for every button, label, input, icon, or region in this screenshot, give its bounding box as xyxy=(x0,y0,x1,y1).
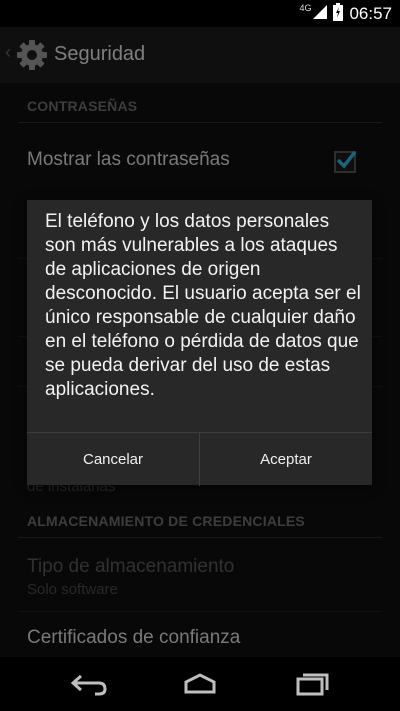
status-bar: 4G 06:57 xyxy=(0,0,400,27)
home-icon[interactable] xyxy=(170,667,230,701)
status-icons: 4G 06:57 xyxy=(299,2,392,26)
screen: 4G 06:57 ‹ Seguridad CONTRASEÑAS Mostrar… xyxy=(0,0,400,711)
clock: 06:57 xyxy=(349,4,392,23)
network-type-label: 4G xyxy=(299,3,312,13)
dialog-message: El teléfono y los datos personales son m… xyxy=(45,211,361,400)
cancel-button[interactable]: Cancelar xyxy=(27,433,199,486)
battery-icon xyxy=(333,2,344,26)
navigation-bar xyxy=(0,657,400,711)
accept-button[interactable]: Aceptar xyxy=(199,433,372,486)
signal-icon xyxy=(313,4,328,24)
unknown-sources-dialog: El teléfono y los datos personales son m… xyxy=(27,200,372,486)
back-icon[interactable] xyxy=(59,667,119,701)
recent-apps-icon[interactable] xyxy=(282,667,342,701)
dialog-button-bar: Cancelar Aceptar xyxy=(27,432,372,486)
